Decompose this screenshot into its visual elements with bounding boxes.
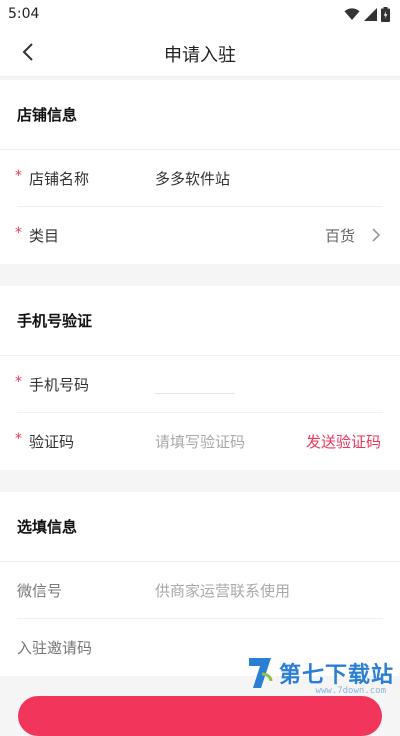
- wifi-icon: [344, 7, 360, 20]
- phone-verify-title: 手机号验证: [0, 286, 400, 356]
- optional-info-section: 选填信息 微信号 供商家运营联系使用 入驻邀请码: [0, 492, 400, 676]
- submit-button[interactable]: [18, 696, 382, 736]
- watermark: 第七下载站 www.7down.com: [245, 656, 394, 696]
- status-time: 5:04: [8, 6, 40, 22]
- code-label: 验证码: [29, 433, 75, 451]
- status-icons: [344, 6, 390, 22]
- wechat-input[interactable]: 供商家运营联系使用: [155, 580, 290, 601]
- phone-row[interactable]: * 手机号码: [15, 356, 383, 413]
- wechat-label: 微信号: [17, 581, 63, 600]
- phone-label: 手机号码: [29, 375, 90, 394]
- required-mark: *: [15, 168, 22, 184]
- store-name-input[interactable]: 多多软件站: [155, 168, 230, 189]
- send-code-button[interactable]: 发送验证码: [306, 431, 381, 452]
- phone-verify-section: 手机号验证 * 手机号码 * 验证码 请填写验证码 发送验证码: [0, 286, 400, 470]
- battery-icon: [381, 6, 390, 22]
- store-info-title: 店铺信息: [0, 80, 400, 150]
- chevron-right-icon: [372, 228, 381, 242]
- watermark-logo-icon: [248, 658, 273, 688]
- code-input[interactable]: 请填写验证码: [155, 431, 245, 452]
- status-bar: 5:04: [0, 0, 400, 28]
- app-header: 申请入驻: [0, 28, 400, 77]
- code-row[interactable]: * 验证码 请填写验证码 发送验证码: [15, 413, 383, 470]
- category-label: 类目: [29, 227, 60, 245]
- store-info-section: 店铺信息 * 店铺名称 多多软件站 * 类目 百货: [0, 80, 400, 264]
- signal-icon: [364, 7, 377, 21]
- watermark-url: www.7down.com: [315, 686, 386, 696]
- required-mark: *: [15, 374, 22, 390]
- store-name-label: 店铺名称: [29, 169, 90, 188]
- invite-label: 入驻邀请码: [17, 639, 93, 657]
- category-row[interactable]: * 类目 百货: [15, 207, 383, 264]
- optional-info-title: 选填信息: [0, 492, 400, 562]
- required-mark: *: [15, 431, 22, 447]
- required-mark: *: [15, 225, 22, 241]
- category-value[interactable]: 百货: [325, 225, 355, 246]
- watermark-text: 第七下载站: [278, 663, 394, 688]
- store-name-row[interactable]: * 店铺名称 多多软件站: [15, 150, 383, 207]
- page-title: 申请入驻: [164, 45, 236, 66]
- wechat-row[interactable]: 微信号 供商家运营联系使用: [17, 562, 383, 619]
- phone-input-underline: [155, 393, 235, 394]
